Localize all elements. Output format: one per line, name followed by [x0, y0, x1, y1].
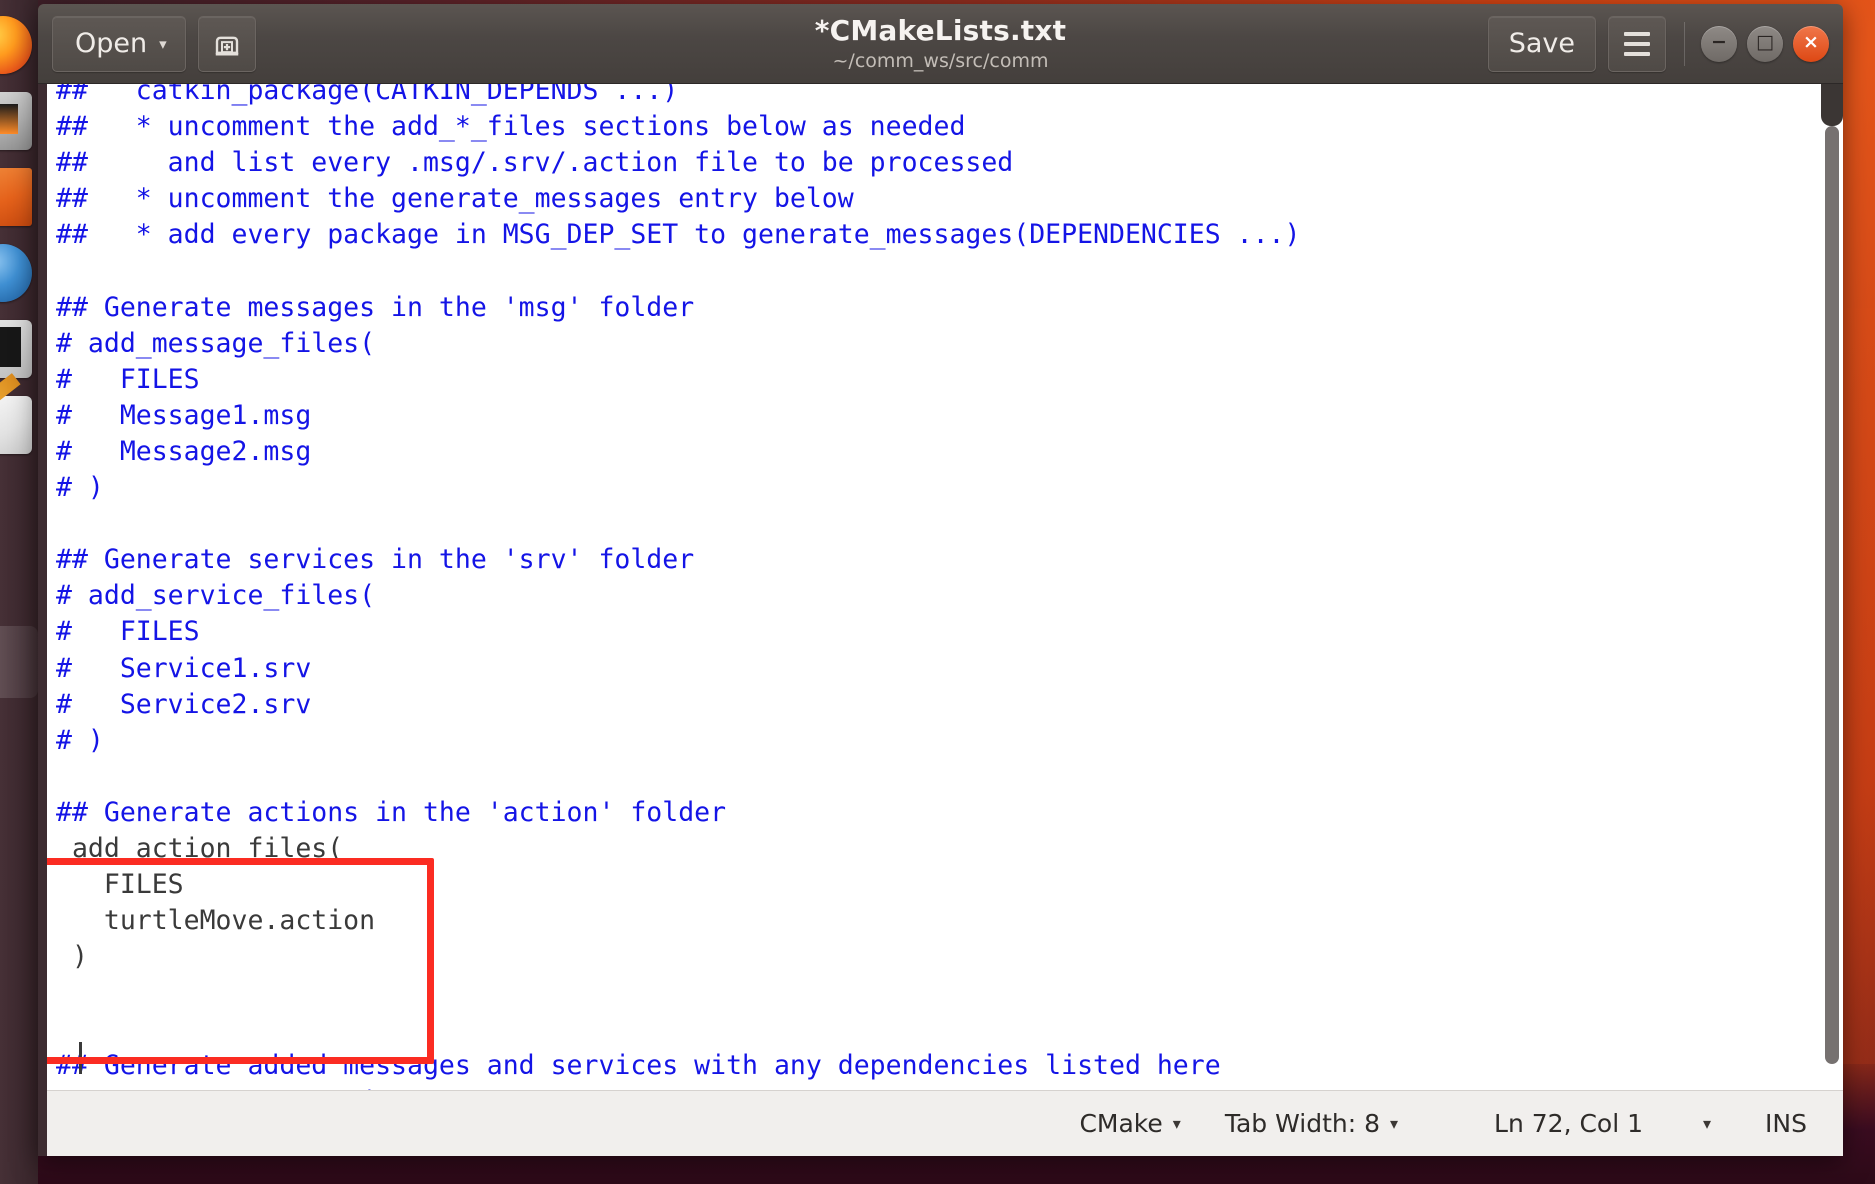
insert-mode-label: INS [1765, 1109, 1807, 1138]
code-line: # Message1.msg [56, 399, 312, 431]
code-line: # FILES [56, 363, 200, 395]
launcher-browser-icon[interactable] [0, 244, 32, 302]
cursor-position-label: Ln 72, Col 1 [1494, 1109, 1644, 1138]
minimize-icon: − [1711, 31, 1727, 53]
code-line: # add_message_files( [56, 327, 376, 359]
unity-launcher[interactable] [0, 0, 38, 1184]
hamburger-menu-button[interactable] [1608, 15, 1666, 72]
code-line: # Message2.msg [56, 435, 312, 467]
launcher-files-icon[interactable] [0, 92, 32, 150]
code-line: # Service1.srv [56, 652, 312, 684]
scrollbar-thumb[interactable] [1825, 126, 1839, 1064]
close-icon: × [1803, 31, 1819, 53]
save-button[interactable]: Save [1487, 15, 1596, 72]
window-title: *CMakeLists.txt [814, 14, 1067, 48]
window-controls-separator [1684, 21, 1685, 66]
tab-width-label: Tab Width: 8 [1224, 1109, 1380, 1138]
text-editor-area[interactable]: ## catkin_package(CATKIN_DEPENDS ...) ## … [38, 84, 1843, 1090]
launcher-firefox-icon[interactable] [0, 16, 32, 74]
chevron-down-icon: ▾ [159, 34, 167, 53]
tab-width-selector[interactable]: Tab Width: 8 ▾ [1225, 1109, 1398, 1138]
insert-mode-indicator: INS [1765, 1109, 1807, 1138]
launcher-terminal-icon[interactable] [0, 320, 32, 378]
gedit-window: Open ▾ *CMakeLists.txt ~/comm_ws/src/com… [38, 4, 1843, 1156]
window-subtitle-path: ~/comm_ws/src/comm [832, 49, 1049, 72]
save-as-button[interactable] [197, 15, 256, 72]
code-line: add_action_files( [56, 832, 344, 864]
hamburger-menu-icon [1624, 31, 1650, 36]
cursor-position-indicator: Ln 72, Col 1 [1494, 1109, 1643, 1138]
code-line: ## and list every .msg/.srv/.action file… [56, 147, 1014, 179]
code-line: # FILES [56, 616, 200, 648]
code-line: ## Generate actions in the 'action' fold… [56, 796, 727, 828]
code-line: FILES [56, 869, 184, 901]
code-line: ## Generate added messages and services … [56, 1049, 1221, 1081]
language-selector[interactable]: CMake ▾ [1079, 1109, 1180, 1138]
scrollbar-trough-top [1821, 84, 1843, 126]
code-line: ## * add every package in MSG_DEP_SET to… [56, 219, 1301, 251]
window-controls: − □ × [1684, 21, 1829, 66]
launcher-gedit-icon[interactable] [0, 396, 32, 454]
close-button[interactable]: × [1793, 25, 1829, 62]
open-button-label: Open [75, 28, 148, 59]
chevron-down-icon: ▾ [1390, 1114, 1399, 1133]
launcher-running-indicator [0, 626, 38, 698]
code-line: # ) [56, 472, 104, 504]
code-line: # ) [56, 724, 104, 756]
text-caret [79, 1042, 82, 1074]
maximize-icon: □ [1756, 31, 1774, 53]
editor-text-content[interactable]: ## catkin_package(CATKIN_DEPENDS ...) ## … [47, 84, 1817, 1090]
save-as-icon [215, 36, 238, 55]
language-label: CMake [1079, 1109, 1163, 1138]
code-line: ## Generate services in the 'srv' folder [56, 544, 695, 576]
launcher-folder-icon[interactable] [0, 168, 32, 226]
code-line: ## * uncomment the generate_messages ent… [56, 183, 854, 215]
hamburger-menu-icon-bar3 [1624, 51, 1650, 56]
open-button[interactable]: Open ▾ [52, 15, 186, 72]
vertical-scrollbar[interactable] [1821, 84, 1843, 1090]
chevron-down-icon: ▾ [1172, 1114, 1181, 1133]
code-line: # Service2.srv [56, 688, 312, 720]
window-left-edge [38, 84, 47, 1156]
code-line: # add_service_files( [56, 580, 376, 612]
status-bar: CMake ▾ Tab Width: 8 ▾ Ln 72, Col 1 ▾ IN… [38, 1090, 1843, 1156]
go-to-line-button[interactable]: ▾ [1703, 1114, 1711, 1133]
code-line: ) [56, 941, 88, 973]
code-line: ## Generate messages in the 'msg' folder [56, 291, 695, 323]
code-line: ## catkin_package(CATKIN_DEPENDS ...) [56, 84, 679, 106]
save-button-label: Save [1508, 28, 1575, 59]
hamburger-menu-icon-bar2 [1624, 41, 1650, 46]
minimize-button[interactable]: − [1701, 25, 1737, 62]
window-headerbar: Open ▾ *CMakeLists.txt ~/comm_ws/src/com… [38, 4, 1843, 84]
code-line: ## * uncomment the add_*_files sections … [56, 111, 966, 143]
maximize-button[interactable]: □ [1747, 25, 1783, 62]
chevron-down-icon: ▾ [1703, 1114, 1712, 1133]
code-line: turtleMove.action [56, 905, 376, 937]
